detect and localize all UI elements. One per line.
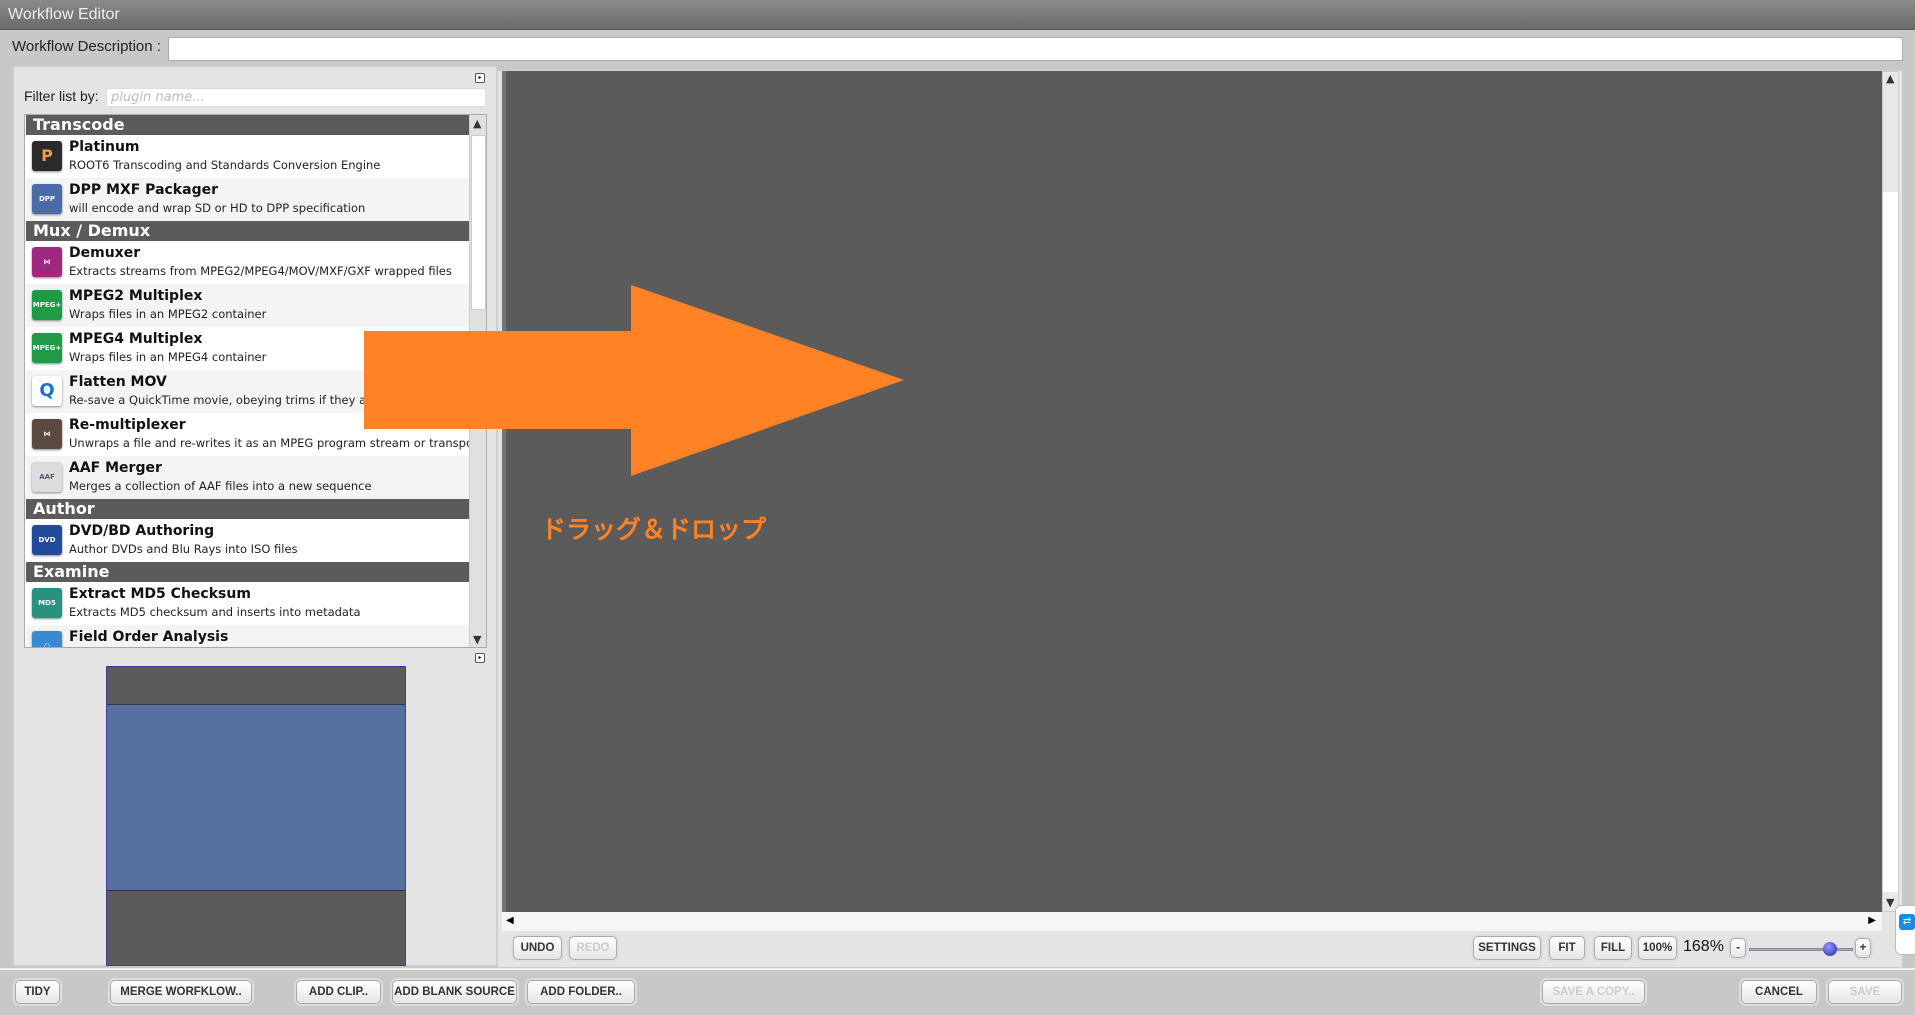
canvas-vertical-scrollbar[interactable]: ▲ ▼ bbox=[1882, 71, 1899, 912]
plugin-desc: Re-save a QuickTime movie, obeying trims… bbox=[69, 393, 399, 407]
canvas-horizontal-scrollbar[interactable]: ◀ ▶ bbox=[502, 912, 1882, 931]
md5-icon: MD5 bbox=[32, 588, 62, 618]
plugin-item[interactable]: ○ Field Order Analysis bbox=[26, 625, 469, 647]
plugin-desc: Wraps files in an MPEG4 container bbox=[69, 350, 267, 364]
plugin-item[interactable]: P Platinum ROOT6 Transcoding and Standards… bbox=[26, 135, 469, 178]
fill-button[interactable]: FILL bbox=[1594, 936, 1632, 960]
plugin-item[interactable]: DPP DPP MXF Packager will encode and wrap … bbox=[26, 178, 469, 221]
vertical-scroll-thumb[interactable] bbox=[1883, 192, 1898, 892]
category-author: Author bbox=[26, 499, 469, 519]
window-title: Workflow Editor bbox=[0, 0, 1915, 30]
workflow-canvas[interactable] bbox=[502, 71, 1882, 912]
filter-label: Filter list by: bbox=[24, 88, 99, 104]
plugin-name: Field Order Analysis bbox=[69, 629, 229, 645]
save-copy-button[interactable]: SAVE A COPY.. bbox=[1542, 980, 1645, 1004]
add-clip-button[interactable]: ADD CLIP.. bbox=[296, 980, 381, 1004]
plugin-name: DVD/BD Authoring bbox=[69, 523, 215, 539]
plugin-name: AAF Merger bbox=[69, 460, 162, 476]
settings-button[interactable]: SETTINGS bbox=[1473, 936, 1541, 960]
zoom-slider[interactable] bbox=[1749, 948, 1853, 951]
plugin-item[interactable]: ⋈ Demuxer Extracts streams from MPEG2/MPEG… bbox=[26, 241, 469, 284]
scroll-down-icon[interactable]: ▼ bbox=[473, 633, 481, 646]
quicktime-icon: Q bbox=[32, 376, 62, 406]
scroll-down-icon[interactable]: ▼ bbox=[1886, 896, 1894, 909]
dvd-icon: DVD bbox=[32, 525, 62, 555]
plugin-item[interactable]: DVD DVD/BD Authoring Author DVDs and Blu R… bbox=[26, 519, 469, 562]
plugin-name: Platinum bbox=[69, 139, 140, 155]
workflow-description-label: Workflow Description : bbox=[12, 38, 161, 55]
drag-drop-hint: ドラッグ＆ドロップ bbox=[541, 515, 767, 544]
add-blank-source-button[interactable]: ADD BLANK SOURCE bbox=[392, 980, 517, 1004]
plugin-desc: ROOT6 Transcoding and Standards Conversi… bbox=[69, 158, 381, 172]
plugin-name: Flatten MOV bbox=[69, 374, 167, 390]
zoom-slider-knob[interactable] bbox=[1823, 942, 1838, 956]
scroll-up-icon[interactable]: ▲ bbox=[1886, 72, 1894, 85]
drag-arrow-shape bbox=[364, 285, 904, 476]
list-scroll-thumb[interactable] bbox=[471, 135, 486, 310]
dpp-icon: DPP bbox=[32, 184, 62, 214]
plugin-desc: Merges a collection of AAF files into a … bbox=[69, 479, 372, 493]
pin-icon[interactable]: ▸ bbox=[475, 653, 485, 663]
zoom-out-button[interactable]: - bbox=[1730, 938, 1746, 958]
mpeg-multiplex-icon: MPEG+ bbox=[32, 290, 62, 320]
scroll-up-icon[interactable]: ▲ bbox=[473, 117, 481, 130]
aaf-icon: AAF bbox=[32, 462, 62, 492]
plugin-desc: Extracts streams from MPEG2/MPEG4/MOV/MX… bbox=[69, 264, 452, 278]
tidy-button[interactable]: TIDY bbox=[15, 980, 60, 1004]
plugin-name: DPP MXF Packager bbox=[69, 182, 218, 198]
divider bbox=[0, 968, 1915, 970]
remux-icon: ⋈ bbox=[32, 419, 62, 449]
save-button[interactable]: SAVE bbox=[1828, 980, 1902, 1004]
redo-button[interactable]: REDO bbox=[569, 936, 617, 960]
plugin-item[interactable]: MD5 Extract MD5 Checksum Extracts MD5 chec… bbox=[26, 582, 469, 625]
plugin-desc: Author DVDs and Blu Rays into ISO files bbox=[69, 542, 298, 556]
zoom-in-button[interactable]: + bbox=[1855, 938, 1871, 958]
merge-workflow-button[interactable]: MERGE WORFKLOW.. bbox=[110, 980, 252, 1004]
zoom-level: 168% bbox=[1683, 938, 1724, 955]
plugin-desc: will encode and wrap SD or HD to DPP spe… bbox=[69, 201, 366, 215]
add-folder-button[interactable]: ADD FOLDER.. bbox=[527, 980, 635, 1004]
category-transcode: Transcode bbox=[26, 115, 469, 135]
navigator-preview[interactable] bbox=[106, 666, 406, 966]
plugin-name: Extract MD5 Checksum bbox=[69, 586, 251, 602]
plugin-name: MPEG2 Multiplex bbox=[69, 288, 203, 304]
fit-button[interactable]: FIT bbox=[1549, 936, 1585, 960]
teamviewer-icon[interactable]: ⇄ bbox=[1899, 914, 1915, 930]
plugin-name: MPEG4 Multiplex bbox=[69, 331, 203, 347]
category-examine: Examine bbox=[26, 562, 469, 582]
filter-input[interactable]: plugin name... bbox=[106, 88, 486, 107]
demuxer-icon: ⋈ bbox=[32, 247, 62, 277]
remote-support-tab[interactable]: ⇄ bbox=[1895, 905, 1915, 955]
scroll-left-icon[interactable]: ◀ bbox=[506, 915, 514, 926]
navigator-viewport[interactable] bbox=[107, 704, 405, 891]
plugin-name: Demuxer bbox=[69, 245, 141, 261]
scroll-right-icon[interactable]: ▶ bbox=[1868, 915, 1876, 926]
plugin-name: Re-multiplexer bbox=[69, 417, 186, 433]
platinum-icon: P bbox=[32, 141, 62, 171]
field-order-icon: ○ bbox=[32, 631, 62, 647]
workflow-description-input[interactable] bbox=[168, 37, 1903, 61]
category-mux-demux: Mux / Demux bbox=[26, 221, 469, 241]
zoom-100-button[interactable]: 100% bbox=[1638, 936, 1677, 960]
undo-button[interactable]: UNDO bbox=[513, 936, 562, 960]
drag-arrow-icon bbox=[364, 285, 904, 476]
pin-icon[interactable]: ▸ bbox=[475, 73, 485, 83]
plugin-desc: Wraps files in an MPEG2 container bbox=[69, 307, 267, 321]
plugin-desc: Extracts MD5 checksum and inserts into m… bbox=[69, 605, 361, 619]
mpeg-multiplex-icon: MPEG+ bbox=[32, 333, 62, 363]
cancel-button[interactable]: CANCEL bbox=[1741, 980, 1817, 1004]
